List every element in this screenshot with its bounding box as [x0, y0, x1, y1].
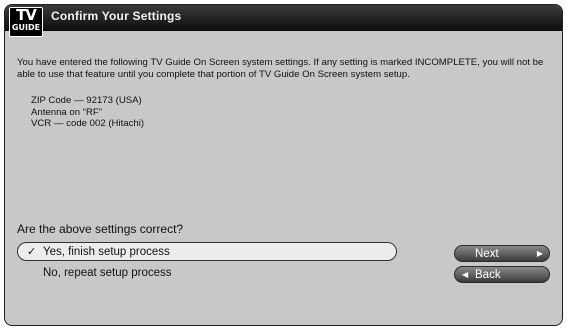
- option-yes-finish[interactable]: ✓ Yes, finish setup process: [17, 242, 397, 261]
- option-yes-label: Yes, finish setup process: [43, 246, 170, 258]
- right-arrow-icon: ▶: [536, 249, 543, 258]
- setting-zip-code: ZIP Code — 92173 (USA): [31, 95, 142, 106]
- settings-list: ZIP Code — 92173 (USA) Antenna on “RF” V…: [31, 95, 144, 130]
- option-no-repeat[interactable]: No, repeat setup process: [17, 264, 397, 283]
- back-button[interactable]: ◀ Back: [454, 266, 550, 283]
- next-button[interactable]: Next ▶: [454, 245, 550, 262]
- checkmark-icon: ✓: [27, 246, 37, 258]
- setting-vcr: VCR — code 002 (Hitachi): [31, 118, 145, 129]
- confirm-question: Are the above settings correct?: [17, 222, 184, 236]
- next-label: Next: [475, 248, 499, 260]
- option-no-label: No, repeat setup process: [43, 267, 172, 279]
- page-title: Confirm Your Settings: [51, 9, 182, 23]
- logo-tv-text: TV: [16, 6, 37, 24]
- tv-guide-logo: TV GUIDE: [9, 7, 43, 37]
- setup-screen: Confirm Your Settings TV GUIDE You have …: [4, 4, 563, 326]
- intro-text: You have entered the following TV Guide …: [17, 57, 544, 80]
- header-bar: Confirm Your Settings: [5, 5, 562, 31]
- left-arrow-icon: ◀: [462, 270, 469, 279]
- setting-antenna: Antenna on “RF”: [31, 106, 102, 118]
- back-label: Back: [475, 269, 501, 281]
- logo-guide-text: GUIDE: [11, 23, 41, 32]
